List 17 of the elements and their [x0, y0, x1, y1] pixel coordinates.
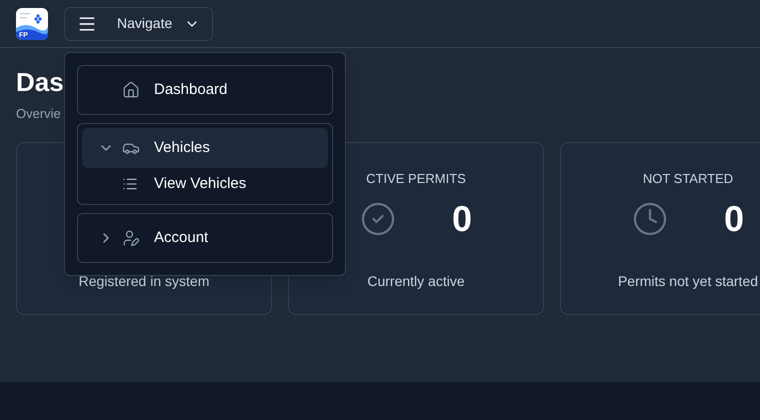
clock-icon — [632, 200, 668, 236]
card-value: 0 — [724, 196, 744, 240]
list-icon — [122, 176, 138, 192]
page-subtitle: Overvie — [16, 105, 61, 123]
check-circle-icon — [360, 200, 396, 236]
page-title: Das — [16, 66, 64, 99]
card-label: NOT STARTED — [642, 170, 734, 186]
submenu-item[interactable]: View Vehicles — [82, 168, 328, 200]
home-icon — [122, 81, 140, 99]
card-caption: Registered in system — [78, 272, 210, 291]
navigate-button[interactable]: Navigate — [64, 6, 214, 40]
card-label: CTIVE PERMITS — [366, 170, 466, 186]
card-caption: Permits not yet started — [618, 272, 758, 291]
user-edit-icon — [122, 229, 140, 247]
menu-item[interactable]: Vehicles — [82, 128, 328, 168]
card-caption: Currently active — [367, 272, 465, 291]
card-value: 0 — [452, 196, 472, 240]
